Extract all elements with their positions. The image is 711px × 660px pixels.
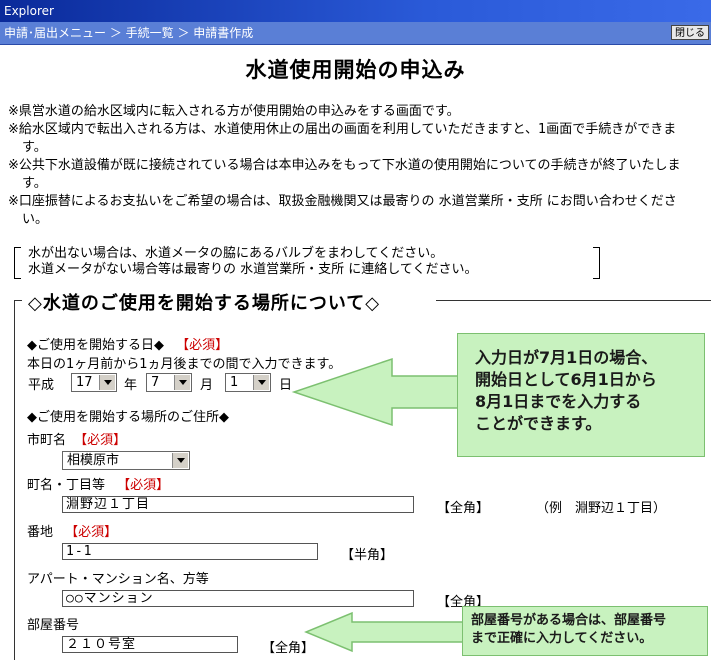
date-callout-text: 入力日が7月1日の場合、 開始日として6月1日から 8月1日までを入力する こと… <box>475 348 658 433</box>
date-callout-arrow <box>291 357 459 427</box>
date-callout: 入力日が7月1日の場合、 開始日として6月1日から 8月1日までを入力する こと… <box>457 333 705 457</box>
room-callout-text: 部屋番号がある場合は、部屋番号 まで正確に入力してください。 <box>471 613 667 646</box>
room-callout: 部屋番号がある場合は、部屋番号 まで正確に入力してください。 <box>462 606 708 656</box>
room-callout-arrow <box>304 611 464 653</box>
callout-arrows <box>291 357 464 653</box>
